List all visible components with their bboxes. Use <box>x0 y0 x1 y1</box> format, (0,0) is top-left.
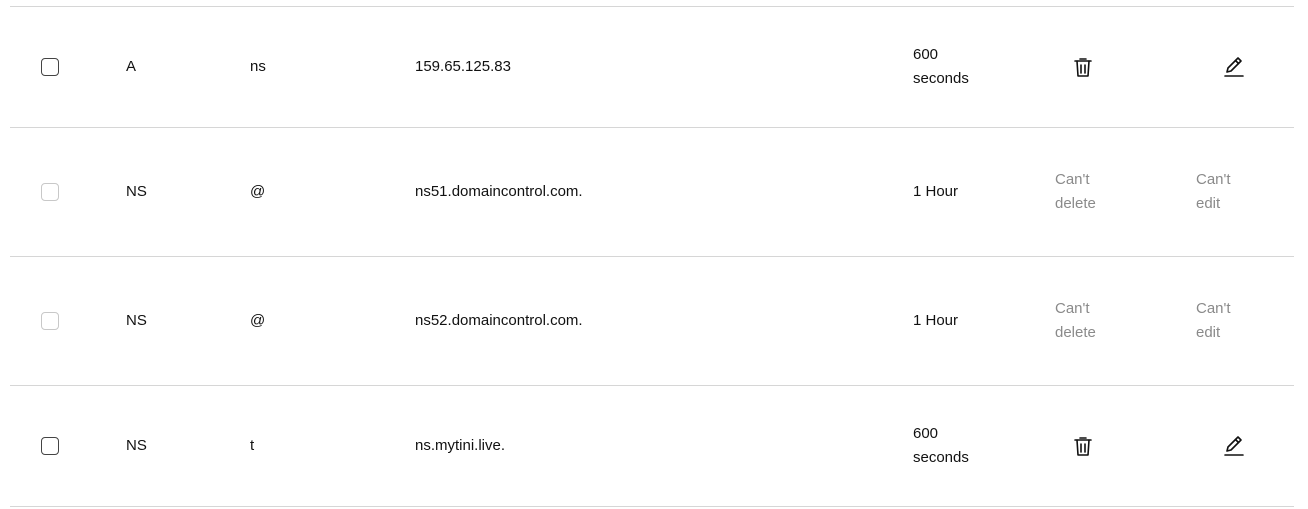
edit-button[interactable] <box>1219 431 1249 461</box>
row-checkbox-disabled <box>41 312 59 330</box>
record-data: ns52.domaincontrol.com. <box>415 312 583 329</box>
record-data: ns51.domaincontrol.com. <box>415 183 583 200</box>
record-ttl: 1 Hour <box>913 183 959 200</box>
row-checkbox[interactable] <box>41 58 59 76</box>
record-name: @ <box>250 312 266 329</box>
record-data: 159.65.125.83 <box>415 58 511 75</box>
cant-edit-label: Can't edit <box>1196 171 1231 212</box>
delete-button[interactable] <box>1068 431 1098 461</box>
cant-delete-label: Can't delete <box>1055 300 1096 341</box>
record-type: NS <box>126 183 147 200</box>
table-row: A ns 159.65.125.83 600 seconds <box>10 6 1294 128</box>
cant-edit-label: Can't edit <box>1196 300 1231 341</box>
record-name: @ <box>250 183 266 200</box>
record-name: t <box>250 437 255 454</box>
record-type: A <box>126 58 137 75</box>
record-type: NS <box>126 437 147 454</box>
table-row: NS t ns.mytini.live. 600 seconds <box>10 386 1294 507</box>
row-checkbox-disabled <box>41 183 59 201</box>
record-ttl: 600 seconds <box>913 425 969 466</box>
delete-button[interactable] <box>1068 52 1098 82</box>
trash-icon <box>1074 58 1092 77</box>
record-type: NS <box>126 312 147 329</box>
dns-records-table: A ns 159.65.125.83 600 seconds NS @ ns51… <box>10 0 1294 509</box>
table-row: NS @ ns52.domaincontrol.com. 1 Hour Can'… <box>10 257 1294 386</box>
record-ttl: 1 Hour <box>913 312 959 329</box>
table-row: NS @ ns51.domaincontrol.com. 1 Hour Can'… <box>10 128 1294 257</box>
record-data: ns.mytini.live. <box>415 437 506 454</box>
record-name: ns <box>250 58 266 75</box>
record-ttl: 600 seconds <box>913 46 969 87</box>
pencil-icon <box>1224 436 1244 456</box>
pencil-icon <box>1224 57 1244 77</box>
edit-button[interactable] <box>1219 52 1249 82</box>
trash-icon <box>1074 437 1092 456</box>
row-checkbox[interactable] <box>41 437 59 455</box>
cant-delete-label: Can't delete <box>1055 171 1096 212</box>
